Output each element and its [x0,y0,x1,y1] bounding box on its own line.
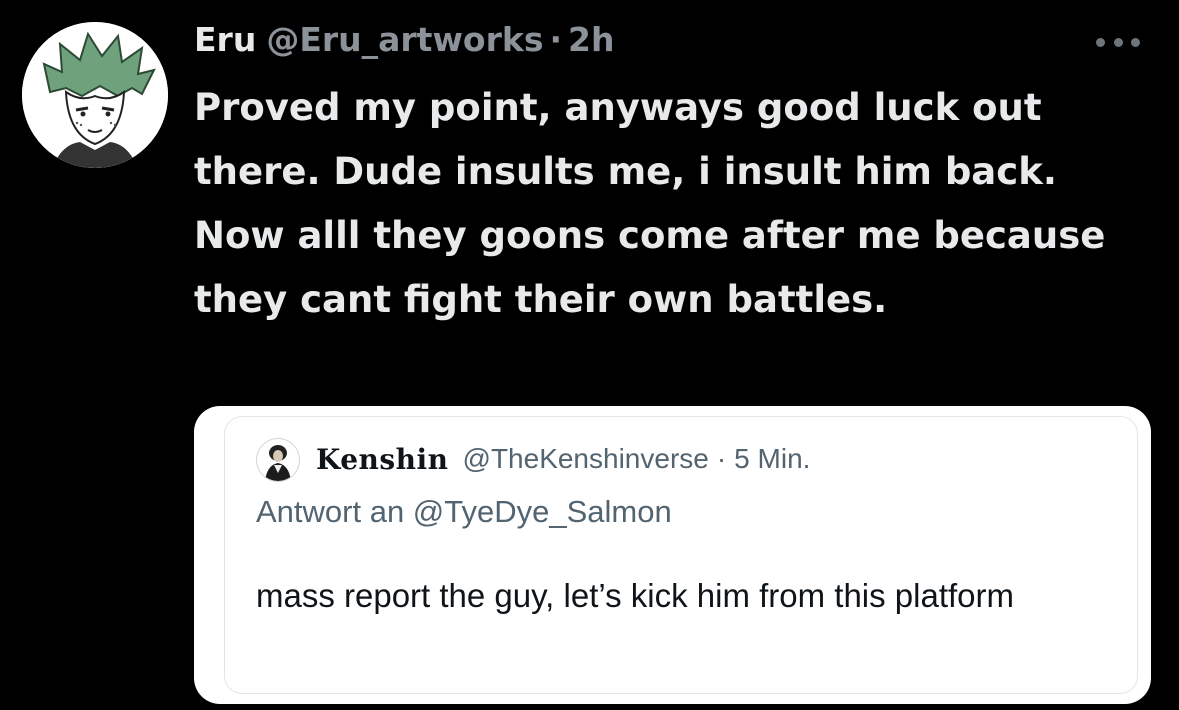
more-dot [1131,37,1140,47]
avatar-image [257,439,299,481]
quoted-author-avatar[interactable] [256,438,300,482]
author-name[interactable]: Eru [194,20,256,59]
author-handle[interactable]: @Eru_artworks [266,20,543,59]
tweet-header: Eru @Eru_artworks · 2h [194,14,614,64]
author-avatar[interactable] [22,22,168,168]
more-dot [1096,37,1105,47]
quoted-tweet-timestamp[interactable]: 5 Min. [734,443,810,475]
reply-to-line[interactable]: Antwort an @TyeDye_Salmon [256,494,672,530]
more-dot [1113,37,1123,47]
quoted-tweet-header: Kenshin @TheKenshinverse · 5 Min. [316,436,810,482]
avatar-image [22,22,168,168]
quoted-author-name[interactable]: Kenshin [316,443,449,476]
tweet: Eru @Eru_artworks · 2h Proved my point, … [0,0,1179,710]
quoted-tweet[interactable]: Kenshin @TheKenshinverse · 5 Min. Antwor… [194,406,1151,704]
quoted-author-handle[interactable]: @TheKenshinverse [463,443,709,475]
tweet-timestamp[interactable]: 2h [568,20,614,59]
tweet-text: Proved my point, anyways good luck out t… [194,86,1106,321]
separator: · [549,19,563,59]
separator: · [716,443,727,474]
quoted-tweet-text: mass report the guy, let’s kick him from… [256,577,1015,614]
more-options-icon[interactable] [1096,36,1140,48]
